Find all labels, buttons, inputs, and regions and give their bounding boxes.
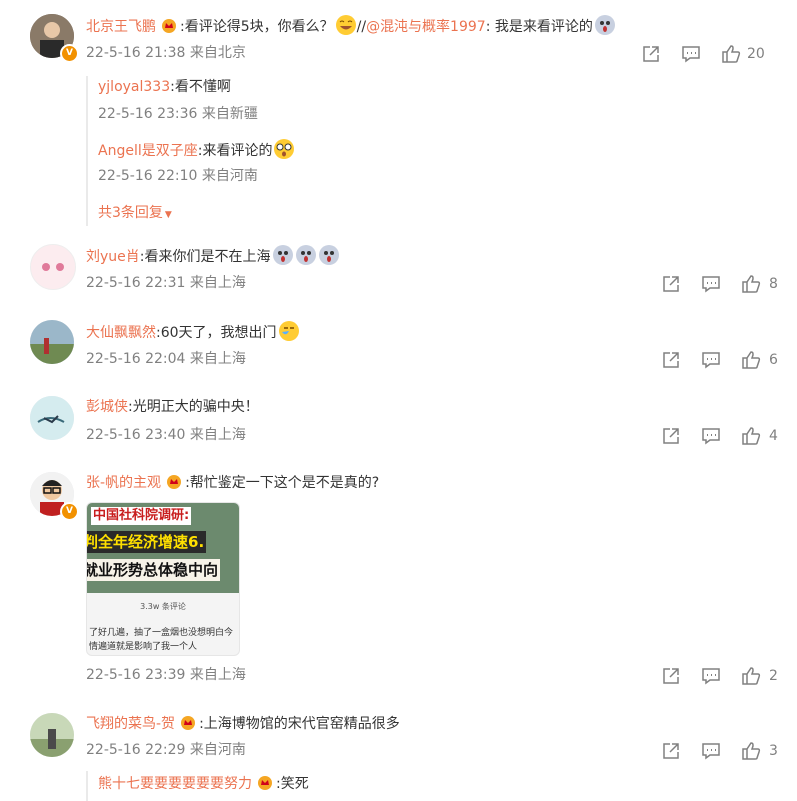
like-icon — [742, 427, 761, 445]
comment-text: :看评论得5块，你看么？ — [180, 19, 334, 35]
share-icon — [663, 428, 679, 444]
comment-button[interactable] — [701, 665, 721, 687]
user-avatar[interactable] — [30, 713, 74, 757]
share-icon — [663, 276, 679, 292]
username-link[interactable]: 北京王飞鹏 — [86, 19, 156, 35]
comment-icon — [702, 743, 720, 760]
forward-text: : 我是来看评论的 — [485, 19, 593, 35]
reply-text: :来看评论的 — [197, 143, 273, 159]
share-icon — [663, 668, 679, 684]
scared-emoji-icon — [272, 245, 293, 265]
forward-separator: // — [356, 19, 367, 35]
like-count: 6 — [769, 352, 778, 368]
reply-username-link[interactable]: Angell是双子座 — [98, 143, 198, 159]
comment-icon — [702, 352, 720, 369]
like-count: 20 — [747, 46, 765, 62]
username-link[interactable]: 张-帆的主观 — [86, 475, 161, 491]
like-button[interactable]: 8 — [741, 273, 778, 295]
like-button[interactable]: 6 — [741, 349, 778, 371]
username-link[interactable]: 刘yue肖 — [86, 249, 140, 265]
comment-meta: 22-5-16 22:29 来自河南 — [86, 742, 246, 758]
comment-text: :60天了，我想出门 — [156, 325, 277, 341]
like-icon — [742, 667, 761, 685]
share-button[interactable] — [641, 43, 661, 65]
verified-badge-icon: V — [60, 502, 79, 521]
comment-meta: 22-5-16 23:39 来自上海 — [86, 667, 246, 683]
image-caption: 情遍道就是影响了我一个人 — [89, 642, 198, 652]
scared-emoji-icon — [318, 245, 339, 265]
user-avatar[interactable] — [30, 396, 74, 440]
share-button[interactable] — [661, 273, 681, 295]
share-button[interactable] — [661, 740, 681, 762]
image-headline: 就业形势总体稳中向 — [87, 559, 221, 581]
like-count: 2 — [769, 668, 778, 684]
username-link[interactable]: 飞翔的菜鸟-贺 — [86, 716, 175, 732]
reply-meta: 22-5-16 22:10 来自河南 — [98, 168, 258, 184]
comment-meta: 22-5-16 23:40 来自上海 — [86, 427, 246, 443]
scared-emoji-icon — [594, 15, 615, 35]
image-headline: 中国社科院调研: — [91, 507, 192, 525]
share-icon — [663, 743, 679, 759]
like-button[interactable]: 4 — [741, 425, 778, 447]
comment-button[interactable] — [681, 43, 701, 65]
comment-icon — [702, 276, 720, 293]
share-icon — [643, 46, 659, 62]
reply-text: :看不懂啊 — [170, 79, 231, 95]
comment-button[interactable] — [701, 349, 721, 371]
image-banner: 中国社科院调研: 判全年经济增速6. 就业形势总体稳中向 — [87, 503, 239, 593]
image-headline: 判全年经济增速6. — [87, 531, 207, 553]
like-button[interactable]: 3 — [741, 740, 778, 762]
like-icon — [742, 351, 761, 369]
like-icon — [742, 742, 761, 760]
laugh-emoji-icon — [335, 15, 356, 35]
dazed-emoji-icon — [274, 139, 295, 159]
image-caption: 了好几遍，抽了一盒烟也没想明白今 — [89, 628, 234, 638]
like-count: 4 — [769, 428, 778, 444]
comment-icon — [682, 46, 700, 63]
comment-button[interactable] — [701, 740, 721, 762]
like-icon — [722, 45, 741, 63]
crying-emoji-icon — [278, 321, 299, 341]
scared-emoji-icon — [295, 245, 316, 265]
comment-button[interactable] — [701, 425, 721, 447]
verified-badge-icon: V — [60, 44, 79, 63]
user-avatar[interactable] — [30, 244, 76, 290]
crown-badge-icon — [167, 475, 182, 489]
comment-meta: 22-5-16 21:38 来自北京 — [86, 45, 246, 61]
username-link[interactable]: 彭城侠 — [86, 399, 128, 415]
share-button[interactable] — [661, 349, 681, 371]
username-link[interactable]: 大仙飘飘然 — [86, 325, 156, 341]
chevron-down-icon: ▼ — [164, 210, 172, 220]
more-replies-label: 共3条回复 — [98, 205, 163, 221]
comment-button[interactable] — [701, 273, 721, 295]
like-icon — [742, 275, 761, 293]
like-count: 3 — [769, 743, 778, 759]
reply-text: :笑死 — [276, 776, 309, 792]
comment-text: :上海博物馆的宋代官窑精品很多 — [199, 716, 400, 732]
reply-username-link[interactable]: yjloyal333 — [98, 79, 170, 95]
comment-meta: 22-5-16 22:31 来自上海 — [86, 275, 246, 291]
image-comment-count: 3.3w 条评论 — [140, 602, 186, 611]
share-icon — [663, 352, 679, 368]
attached-image[interactable]: 中国社科院调研: 判全年经济增速6. 就业形势总体稳中向 3.3w 条评论 了好… — [86, 502, 240, 656]
share-button[interactable] — [661, 665, 681, 687]
forward-user-link[interactable]: @混沌与概率1997 — [366, 19, 486, 35]
comment-meta: 22-5-16 22:04 来自上海 — [86, 351, 246, 367]
reply-meta: 22-5-16 23:36 来自新疆 — [98, 106, 258, 122]
comment-text: :看来你们是不在上海 — [139, 249, 271, 265]
comment-text: :帮忙鉴定一下这个是不是真的? — [185, 475, 380, 491]
crown-badge-icon — [162, 19, 176, 33]
crown-badge-icon — [258, 776, 272, 790]
more-replies-button[interactable]: 共3条回复 ▼ — [98, 202, 172, 222]
like-count: 8 — [769, 276, 778, 292]
reply-username-link[interactable]: 熊十七要要要要要要努力 — [98, 776, 252, 792]
comment-icon — [702, 668, 720, 685]
user-avatar[interactable] — [30, 320, 74, 364]
share-button[interactable] — [661, 425, 681, 447]
comment-icon — [702, 428, 720, 445]
like-button[interactable]: 20 — [721, 43, 765, 65]
comment-text: :光明正大的骗中央！ — [128, 399, 259, 415]
crown-badge-icon — [181, 716, 196, 730]
like-button[interactable]: 2 — [741, 665, 778, 687]
